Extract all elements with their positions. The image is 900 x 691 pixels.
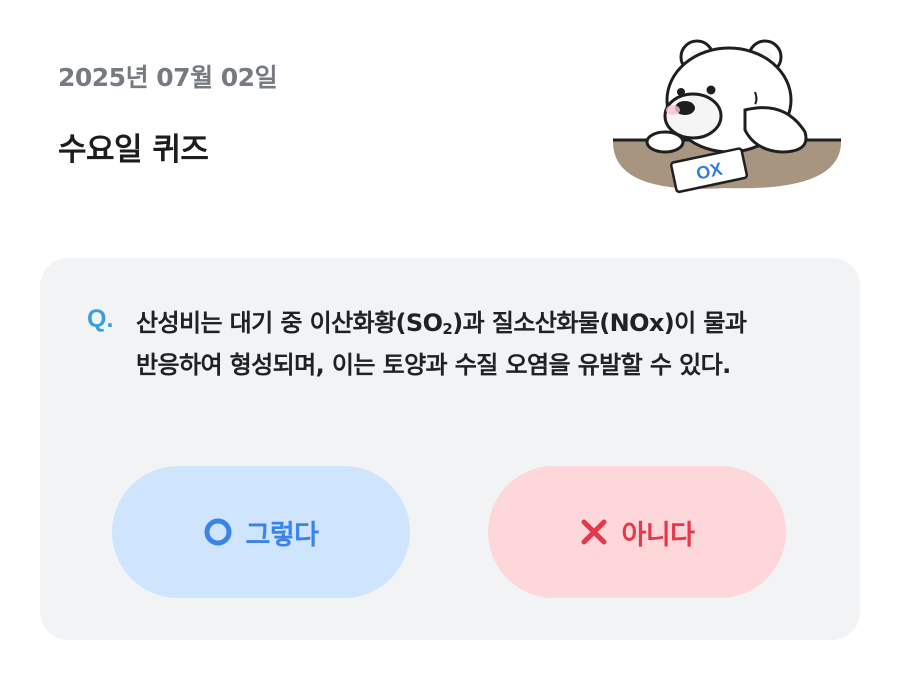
header: 2025년 07월 02일 수요일 퀴즈 (58, 58, 278, 169)
question-line1-post: )과 질소산화물(NOx)이 물과 (452, 309, 747, 337)
x-mark-icon (579, 517, 609, 547)
answer-no-label: 아니다 (621, 519, 695, 551)
quiz-date: 2025년 07월 02일 (58, 63, 278, 92)
page-title: 수요일 퀴즈 (58, 132, 209, 168)
question-marker: Q. (87, 305, 114, 333)
question-line1-pre: 산성비는 대기 중 이산화황(SO (136, 309, 443, 337)
quiz-card: Q. 산성비는 대기 중 이산화황(SO2)과 질소산화물(NOx)이 물과 반… (40, 258, 860, 640)
answer-yes-button[interactable]: 그렇다 (112, 466, 410, 598)
question-line2: 반응하여 형성되며, 이는 토양과 수질 오염을 유발할 수 있다. (136, 351, 731, 379)
question-subscript: 2 (442, 320, 453, 338)
answer-yes-label: 그렇다 (245, 519, 319, 551)
circle-o-icon (203, 517, 233, 547)
question-text: 산성비는 대기 중 이산화황(SO2)과 질소산화물(NOx)이 물과 반응하여… (136, 302, 826, 386)
bear-mascot-illustration: OX (612, 39, 842, 194)
answer-no-button[interactable]: 아니다 (488, 466, 786, 598)
